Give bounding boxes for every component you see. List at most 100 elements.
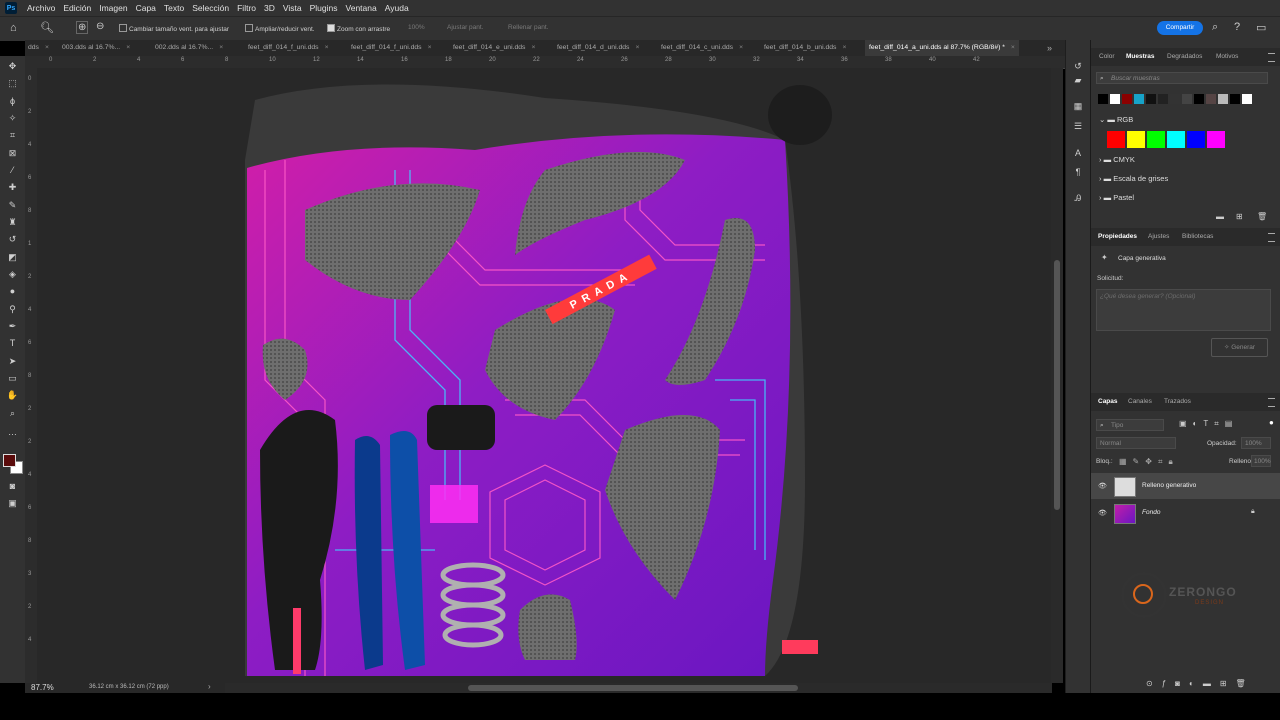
panel-menu-icon[interactable]: [1268, 398, 1275, 407]
tab-properties[interactable]: Propiedades: [1098, 228, 1137, 246]
swatch-search-input[interactable]: ⌕ Buscar muestras: [1096, 72, 1268, 84]
horizontal-scroll-thumb[interactable]: [468, 685, 798, 691]
menu-ayuda[interactable]: Ayuda: [381, 3, 413, 13]
document-tab[interactable]: 003.dds al 16.7%... ×: [62, 40, 130, 56]
healing-brush-icon[interactable]: ✚: [6, 181, 19, 194]
tab-gradients[interactable]: Degradados: [1167, 48, 1202, 66]
prompt-input[interactable]: ¿Qué desea generar? (Opcional): [1096, 289, 1271, 331]
color-swatch[interactable]: [1207, 131, 1225, 148]
document-tab[interactable]: 002.dds al 16.7%... ×: [155, 40, 223, 56]
close-icon[interactable]: ×: [325, 44, 329, 51]
quick-mask-icon[interactable]: ◙: [6, 480, 19, 493]
pen-tool-icon[interactable]: ✒: [6, 320, 19, 333]
tab-libraries[interactable]: Bibliotecas: [1182, 228, 1213, 246]
menu-archivo[interactable]: Archivo: [23, 3, 59, 13]
menu-vista[interactable]: Vista: [279, 3, 306, 13]
color-swatch[interactable]: [1134, 94, 1144, 104]
tab-channels[interactable]: Canales: [1128, 393, 1152, 411]
tab-adjustments[interactable]: Ajustes: [1148, 228, 1169, 246]
blur-tool-icon[interactable]: ●: [6, 285, 19, 298]
history-brush-icon[interactable]: ↺: [6, 233, 19, 246]
close-icon[interactable]: ×: [531, 44, 535, 51]
zoom-all-option[interactable]: Ampliar/reducir vent.: [245, 24, 315, 33]
color-swatch[interactable]: [1167, 131, 1185, 148]
menu-capa[interactable]: Capa: [132, 3, 160, 13]
dodge-tool-icon[interactable]: ⚲: [6, 303, 19, 316]
close-icon[interactable]: ×: [1011, 44, 1015, 51]
frame-tool-icon[interactable]: ⊠: [6, 147, 19, 160]
color-swatch[interactable]: [1158, 94, 1168, 104]
generate-button[interactable]: ✧ Generar: [1211, 338, 1268, 357]
zoom-100-button[interactable]: 100%: [408, 24, 425, 31]
zoom-tool-icon[interactable]: ⌕: [6, 407, 19, 420]
layer-name[interactable]: Fondo: [1142, 509, 1160, 516]
menu-plugins[interactable]: Plugins: [306, 3, 342, 13]
tab-layers[interactable]: Capas: [1098, 393, 1118, 411]
menu-3d[interactable]: 3D: [260, 3, 279, 13]
tab-color[interactable]: Color: [1099, 48, 1115, 66]
history-icon[interactable]: ↺: [1072, 60, 1084, 72]
swatch-folder-rgb[interactable]: ⌄ ▬ RGB: [1099, 115, 1133, 124]
color-swatch[interactable]: [1187, 131, 1205, 148]
blend-mode-select[interactable]: Normal: [1096, 437, 1176, 449]
glyphs-icon[interactable]: Ꭿ: [1072, 192, 1084, 204]
color-swatch[interactable]: [1230, 94, 1240, 104]
new-swatch-icon[interactable]: ⊞: [1236, 212, 1243, 221]
document-tab[interactable]: feet_diff_014_d_uni.dds ×: [557, 40, 639, 56]
filter-toggle-icon[interactable]: ●: [1269, 418, 1274, 427]
menu-imagen[interactable]: Imagen: [95, 3, 131, 13]
search-icon[interactable]: ⌕: [1212, 21, 1218, 34]
help-icon[interactable]: ?: [1234, 21, 1240, 33]
menu-ventana[interactable]: Ventana: [342, 3, 381, 13]
close-icon[interactable]: ×: [428, 44, 432, 51]
color-swatch[interactable]: [1110, 94, 1120, 104]
document-tab[interactable]: feet_diff_014_c_uni.dds ×: [661, 40, 743, 56]
vertical-scroll-thumb[interactable]: [1054, 260, 1060, 510]
document-tab[interactable]: feet_diff_014_b_uni.dds ×: [764, 40, 846, 56]
tab-patterns[interactable]: Motivos: [1216, 48, 1238, 66]
workspace-icon[interactable]: ▭: [1256, 21, 1266, 34]
lock-icons[interactable]: ▦✎✥⌗🔒︎: [1119, 457, 1179, 467]
color-swatch[interactable]: [1107, 131, 1125, 148]
color-swatch[interactable]: [1194, 94, 1204, 104]
fill-input[interactable]: 100%: [1251, 455, 1271, 467]
fill-screen-button[interactable]: Rellenar pant.: [508, 24, 548, 31]
color-swatch[interactable]: [1098, 94, 1108, 104]
marquee-tool-icon[interactable]: ⬚: [6, 77, 19, 90]
visibility-eye-icon[interactable]: 👁︎: [1098, 482, 1107, 490]
trash-icon[interactable]: 🗑︎: [1257, 212, 1267, 221]
more-tabs-icon[interactable]: »: [1047, 40, 1052, 56]
home-icon[interactable]: ⌂: [10, 22, 17, 34]
brush-tool-icon[interactable]: ✎: [6, 199, 19, 212]
close-icon[interactable]: ×: [842, 44, 846, 51]
color-swatch[interactable]: [1170, 94, 1180, 104]
layer-row[interactable]: 👁︎ Fondo 🔒︎: [1091, 500, 1280, 526]
layers-footer-icons[interactable]: ⊙ƒ◙◐▬⊞🗑︎: [1146, 679, 1255, 688]
visibility-eye-icon[interactable]: 👁︎: [1098, 509, 1107, 517]
foreground-color-swatch[interactable]: [3, 454, 16, 467]
color-swatch[interactable]: [1218, 94, 1228, 104]
resize-windows-option[interactable]: Cambiar tamaño vent. para ajustar: [119, 24, 229, 33]
character-icon[interactable]: A: [1072, 147, 1084, 159]
hand-tool-icon[interactable]: ✋: [6, 389, 19, 402]
color-swatch[interactable]: [1182, 94, 1192, 104]
magic-wand-icon[interactable]: ✧: [6, 112, 19, 125]
menu-filtro[interactable]: Filtro: [233, 3, 260, 13]
color-swatch[interactable]: [1147, 131, 1165, 148]
scrubby-zoom-checkbox[interactable]: [327, 24, 335, 32]
close-icon[interactable]: ×: [635, 44, 639, 51]
swatch-folder-grayscale[interactable]: › ▬ Escala de grises: [1099, 174, 1168, 183]
scrubby-zoom-option[interactable]: Zoom con arrastre: [327, 24, 390, 33]
rectangle-tool-icon[interactable]: ▭: [6, 372, 19, 385]
menu-seleccion[interactable]: Selección: [188, 3, 233, 13]
panel-menu-icon[interactable]: [1268, 53, 1275, 62]
share-button[interactable]: Compartir: [1157, 21, 1203, 35]
adjust-icon[interactable]: ▦: [1072, 100, 1084, 112]
screen-mode-icon[interactable]: ▣: [6, 497, 19, 510]
document-tab[interactable]: feet_diff_014_f_uni.dds ×: [248, 40, 329, 56]
paint-bucket-icon[interactable]: ◈: [6, 268, 19, 281]
zoom-all-checkbox[interactable]: [245, 24, 253, 32]
opacity-input[interactable]: 100%: [1241, 437, 1271, 449]
sliders-icon[interactable]: ☰: [1072, 120, 1084, 132]
zoom-out-icon[interactable]: ⊖: [96, 21, 104, 32]
